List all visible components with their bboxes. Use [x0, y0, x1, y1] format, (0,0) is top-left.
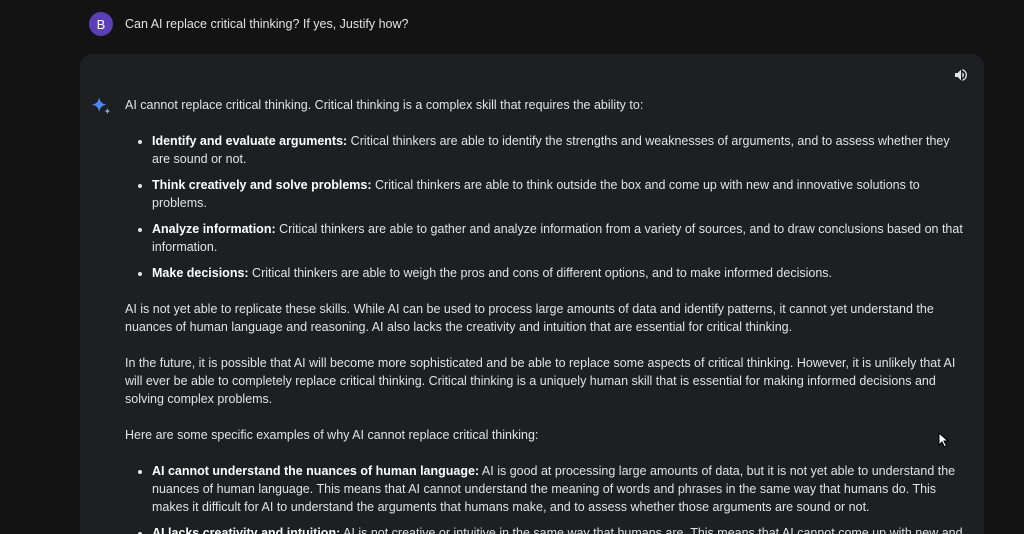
- avatar[interactable]: B: [89, 12, 113, 36]
- skills-list: Identify and evaluate arguments: Critica…: [125, 132, 965, 282]
- list-item: AI lacks creativity and intuition: AI is…: [152, 524, 965, 534]
- list-item-text: Critical thinkers are able to weigh the …: [248, 266, 833, 280]
- list-item-title: Analyze information:: [152, 222, 276, 236]
- list-item-title: Identify and evaluate arguments:: [152, 134, 348, 148]
- list-item: Think creatively and solve problems: Cri…: [152, 176, 965, 212]
- list-item-title: Think creatively and solve problems:: [152, 178, 372, 192]
- user-prompt: B Can AI replace critical thinking? If y…: [89, 12, 408, 36]
- response-paragraph: AI is not yet able to replicate these sk…: [125, 302, 934, 334]
- mouse-cursor-icon: [938, 431, 950, 448]
- response-paragraph: Here are some specific examples of why A…: [125, 428, 539, 442]
- examples-list: AI cannot understand the nuances of huma…: [125, 462, 965, 534]
- list-item-title: Make decisions:: [152, 266, 249, 280]
- list-item: AI cannot understand the nuances of huma…: [152, 462, 965, 516]
- list-item: Identify and evaluate arguments: Critica…: [152, 132, 965, 168]
- list-item-text: AI is not creative or intuitive in the s…: [340, 526, 963, 534]
- response-paragraph: In the future, it is possible that AI wi…: [125, 356, 956, 406]
- chat-page: B Can AI replace critical thinking? If y…: [0, 0, 1024, 534]
- response-content: AI cannot replace critical thinking. Cri…: [125, 96, 965, 534]
- list-item: Make decisions: Critical thinkers are ab…: [152, 264, 965, 282]
- list-item: Analyze information: Critical thinkers a…: [152, 220, 965, 256]
- list-item-title: AI lacks creativity and intuition:: [152, 526, 341, 534]
- list-item-title: AI cannot understand the nuances of huma…: [152, 464, 480, 478]
- speaker-icon[interactable]: [952, 66, 970, 84]
- gemini-sparkle-icon: [90, 95, 112, 117]
- response-intro: AI cannot replace critical thinking. Cri…: [125, 98, 644, 112]
- prompt-text: Can AI replace critical thinking? If yes…: [125, 17, 409, 31]
